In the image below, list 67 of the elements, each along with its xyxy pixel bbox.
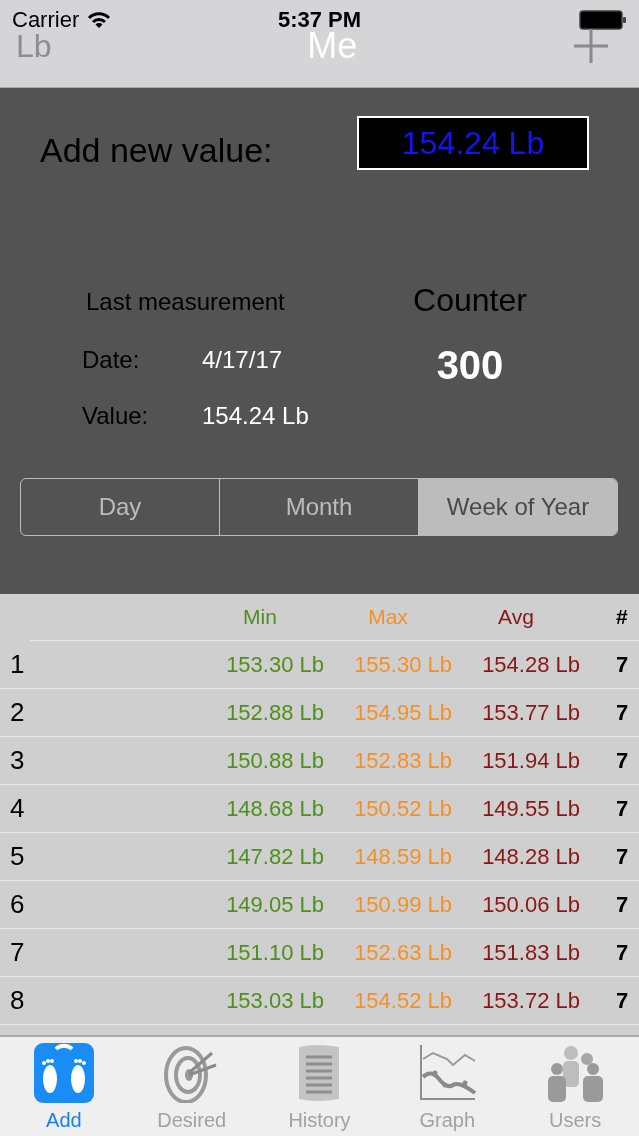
status-time: 5:37 PM (277, 7, 362, 32)
table-cell-text: 7 (615, 939, 630, 966)
table-cell-text: 150.99 Lb (353, 891, 452, 918)
row-number: 5 (9, 841, 26, 872)
table-cell-text: 7 (615, 795, 630, 822)
tab-bar-item[interactable]: Graph (383, 1037, 512, 1136)
table-cell-text: 7 (615, 651, 630, 678)
table-cell-text: 7 (615, 987, 630, 1014)
table-cell-text: 7 (615, 891, 630, 918)
table-cell-text: 147.82 Lb (225, 843, 324, 870)
table-cell-text: 152.83 Lb (353, 747, 452, 774)
value-label: Value: (82, 402, 150, 430)
last-measurement-title: Last measurement (86, 288, 285, 316)
date-value: 4/17/17 (202, 346, 284, 374)
table-cell-text: 149.55 Lb (481, 795, 580, 822)
last-value: 154.24 Lb (202, 402, 309, 430)
entry-label: Add new value: (40, 130, 273, 170)
counter-value: 300 (436, 343, 504, 388)
table-cell-text: 151.83 Lb (481, 939, 580, 966)
counter-label: Counter (413, 282, 527, 319)
row-number: 7 (9, 937, 26, 968)
table-cell-text: 155.30 Lb (353, 651, 452, 678)
add-icon[interactable] (573, 28, 609, 64)
table-cell-text: 151.94 Lb (481, 747, 580, 774)
table-cell-text: 7 (615, 747, 630, 774)
table-cell-text: 153.03 Lb (225, 987, 324, 1014)
table-cell-text: 152.88 Lb (225, 699, 324, 726)
tab-bar-item[interactable]: Users (511, 1037, 639, 1136)
tab-bar-item[interactable]: Add (0, 1037, 128, 1136)
table-cell-text: 154.28 Lb (481, 651, 580, 678)
row-number: 3 (9, 745, 26, 776)
date-label: Date: (82, 346, 141, 374)
table-cell-text: 7 (615, 699, 630, 726)
table-cell-text: 150.88 Lb (225, 747, 324, 774)
table-cell-text: 148.59 Lb (353, 843, 452, 870)
users-icon (545, 1043, 606, 1103)
table-cell-text: 151.10 Lb (225, 939, 324, 966)
table-cell-text: 153.30 Lb (225, 651, 324, 678)
table-cell-text: 149.05 Lb (225, 891, 324, 918)
row-number: 4 (9, 793, 26, 824)
segment-tab[interactable]: Week of Year (418, 479, 617, 535)
column-header: Min (242, 605, 278, 629)
table-cell-text: 153.72 Lb (481, 987, 580, 1014)
tab-bar-item[interactable]: History (255, 1037, 384, 1136)
table-cell-text: 152.63 Lb (353, 939, 452, 966)
row-number: 6 (9, 889, 26, 920)
table-cell-text: 148.28 Lb (481, 843, 580, 870)
tab-bar-item[interactable]: Desired (127, 1037, 256, 1136)
table-cell-text: 150.06 Lb (481, 891, 580, 918)
column-header: Max (367, 605, 409, 629)
table-cell-text: 148.68 Lb (225, 795, 324, 822)
segment-tab[interactable]: Day (21, 479, 219, 535)
feet-icon (33, 1043, 94, 1103)
column-header: Avg (497, 605, 535, 629)
table-cell-text: 153.77 Lb (481, 699, 580, 726)
row-number: 8 (9, 985, 26, 1016)
table-cell-text: 7 (615, 843, 630, 870)
wifi-icon (87, 11, 112, 29)
table-cell-text: 154.52 Lb (353, 987, 452, 1014)
row-number: 1 (9, 649, 26, 680)
column-header: # (615, 605, 629, 629)
table-cell-text: 150.52 Lb (353, 795, 452, 822)
graph-icon (417, 1043, 478, 1103)
value-field[interactable]: 154.24 Lb (357, 116, 589, 170)
battery-icon (579, 10, 627, 30)
row-number: 2 (9, 697, 26, 728)
table-cell-text: 154.95 Lb (353, 699, 452, 726)
